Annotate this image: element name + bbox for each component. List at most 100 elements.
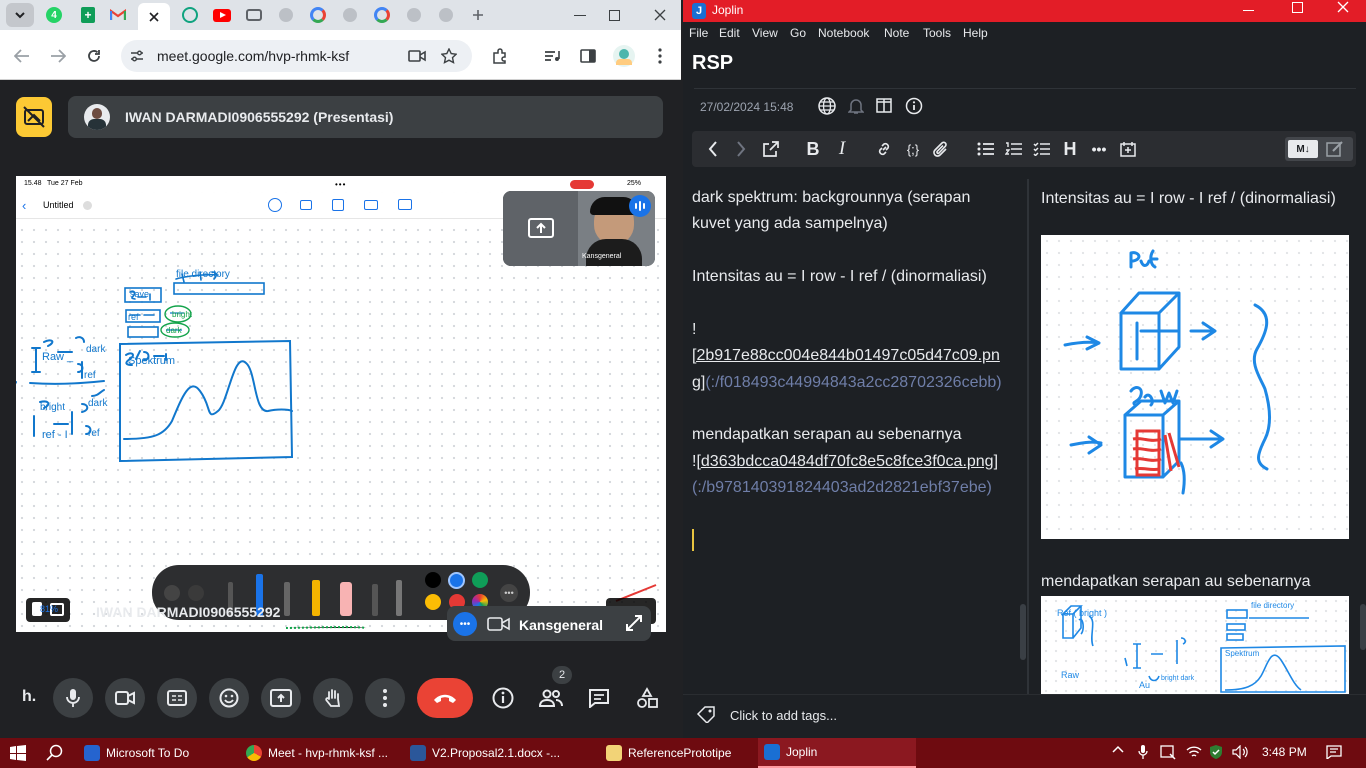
search-icon[interactable]: [46, 744, 64, 762]
checklist-icon[interactable]: [1031, 138, 1051, 160]
chat-button[interactable]: [579, 678, 619, 718]
code-icon[interactable]: {;}: [902, 138, 924, 160]
wifi-icon[interactable]: [1186, 745, 1202, 759]
tab-google-2[interactable]: [368, 3, 396, 27]
pen-tool-icon[interactable]: [268, 198, 282, 212]
tab-chat-app[interactable]: 4: [40, 3, 68, 27]
location-tray-icon[interactable]: [1160, 744, 1176, 760]
highlighter-tool[interactable]: [312, 580, 320, 616]
menu-go[interactable]: Go: [790, 26, 806, 40]
shape-tool-icon[interactable]: [332, 199, 344, 211]
taskbar-item-todo[interactable]: Microsoft To Do: [78, 738, 234, 768]
tab-blank[interactable]: [272, 3, 300, 27]
menu-help[interactable]: Help: [963, 26, 988, 40]
presentation-notice-button[interactable]: [16, 97, 52, 137]
tab-meet[interactable]: [240, 3, 268, 27]
tab-youtube[interactable]: [208, 3, 236, 27]
taskbar-item-joplin[interactable]: Joplin: [758, 738, 916, 768]
menu-file[interactable]: File: [689, 26, 708, 40]
taskbar-clock[interactable]: 3:48 PM: [1262, 745, 1307, 759]
preview-scrollbar[interactable]: [1360, 604, 1366, 650]
note-title[interactable]: RSP: [692, 52, 733, 75]
chrome-menu-icon[interactable]: [650, 46, 670, 66]
microphone-tray-icon[interactable]: [1138, 744, 1150, 760]
raise-hand-button[interactable]: [313, 678, 353, 718]
editor-scrollbar[interactable]: [1020, 604, 1026, 660]
color-blue-selected[interactable]: [448, 572, 465, 589]
markdown-mode-icon[interactable]: M↓: [1288, 140, 1318, 158]
tab-active-close[interactable]: [138, 3, 170, 30]
back-arrow-icon[interactable]: [10, 44, 34, 68]
extensions-icon[interactable]: [490, 46, 510, 66]
show-hidden-icons[interactable]: [1112, 745, 1124, 759]
reload-icon[interactable]: [82, 44, 106, 68]
md-image-link-2[interactable]: d363bdcca0484df70fc8e5c8fce3f0ca.png: [701, 453, 994, 470]
menu-tools[interactable]: Tools: [923, 26, 951, 40]
taskbar-item-word[interactable]: V2.Proposal2.1.docx -...: [404, 738, 594, 768]
media-control-icon[interactable]: [542, 46, 562, 66]
self-view-tile[interactable]: Kansgeneral: [503, 191, 655, 266]
md-image-link[interactable]: [2b917e88cc004e844b01497c05d47c09.pn: [692, 347, 1000, 365]
activities-button[interactable]: [627, 678, 667, 718]
bulleted-list-icon[interactable]: [975, 138, 995, 160]
people-button[interactable]: [531, 678, 571, 718]
text-tool-icon[interactable]: [364, 200, 378, 210]
tab-google[interactable]: [304, 3, 332, 27]
camera-permission-icon[interactable]: [408, 47, 426, 65]
joplin-maximize-button[interactable]: [1292, 2, 1303, 13]
present-screen-button[interactable]: [261, 678, 301, 718]
globe-icon[interactable]: [818, 97, 836, 115]
horizontal-rule-icon[interactable]: •••: [1088, 138, 1110, 160]
camera-button[interactable]: [105, 678, 145, 718]
menu-note[interactable]: Note: [884, 26, 909, 40]
tab-blank-3[interactable]: [400, 3, 428, 27]
notification-center-icon[interactable]: [1326, 745, 1342, 759]
maximize-button[interactable]: [600, 3, 628, 27]
tab-blank-2[interactable]: [336, 3, 364, 27]
captions-button[interactable]: [157, 678, 197, 718]
ruler-tool[interactable]: [396, 580, 402, 616]
menu-view[interactable]: View: [752, 26, 778, 40]
meeting-info-button[interactable]: [483, 678, 523, 718]
rich-text-mode-icon[interactable]: [1325, 140, 1347, 158]
volume-icon[interactable]: [1232, 745, 1248, 759]
eraser-tool[interactable]: [340, 582, 352, 616]
end-call-button[interactable]: [417, 678, 473, 718]
doc-tool-icon[interactable]: [300, 200, 312, 210]
security-shield-icon[interactable]: [1209, 744, 1223, 760]
redo-icon[interactable]: [188, 585, 204, 601]
toggle-layout-icon[interactable]: [876, 98, 893, 114]
numbered-list-icon[interactable]: [1003, 138, 1023, 160]
undo-icon[interactable]: [164, 585, 180, 601]
more-options-icon[interactable]: •••: [453, 612, 477, 636]
insert-datetime-icon[interactable]: [1118, 138, 1138, 160]
back-icon[interactable]: [704, 138, 722, 160]
forward-icon[interactable]: [732, 138, 750, 160]
taskbar-item-folder[interactable]: ReferencePrototipe: [600, 738, 756, 768]
emoji-reaction-button[interactable]: [209, 678, 249, 718]
site-info-icon[interactable]: [129, 48, 145, 64]
forward-arrow-icon[interactable]: [46, 44, 70, 68]
bookmark-star-icon[interactable]: [440, 47, 458, 65]
tab-gmail[interactable]: [104, 3, 132, 27]
expand-icon[interactable]: [624, 613, 644, 633]
new-tab-button[interactable]: [464, 3, 492, 27]
tab-sheets[interactable]: +: [74, 3, 102, 27]
color-green[interactable]: [472, 572, 488, 588]
tab-chatgpt[interactable]: [176, 3, 204, 27]
color-yellow[interactable]: [425, 594, 441, 610]
lasso-tool[interactable]: [372, 584, 378, 616]
bold-icon[interactable]: B: [803, 138, 823, 160]
add-tags-link[interactable]: Click to add tags...: [730, 708, 837, 723]
attach-file-icon[interactable]: [931, 138, 951, 160]
editor-toggle[interactable]: M↓: [1285, 137, 1353, 161]
minimize-button[interactable]: [566, 3, 594, 27]
pencil-tool[interactable]: [284, 582, 290, 616]
title-dropdown-icon[interactable]: [83, 201, 92, 210]
tablet-multitask-dots[interactable]: •••: [335, 180, 346, 189]
tab-search-button[interactable]: [6, 3, 34, 27]
share-screen-icon[interactable]: [503, 191, 578, 266]
taskbar-item-chrome[interactable]: Meet - hvp-rhmk-ksf ...: [240, 738, 398, 768]
more-options-button[interactable]: [365, 678, 405, 718]
heading-icon[interactable]: H: [1060, 138, 1080, 160]
